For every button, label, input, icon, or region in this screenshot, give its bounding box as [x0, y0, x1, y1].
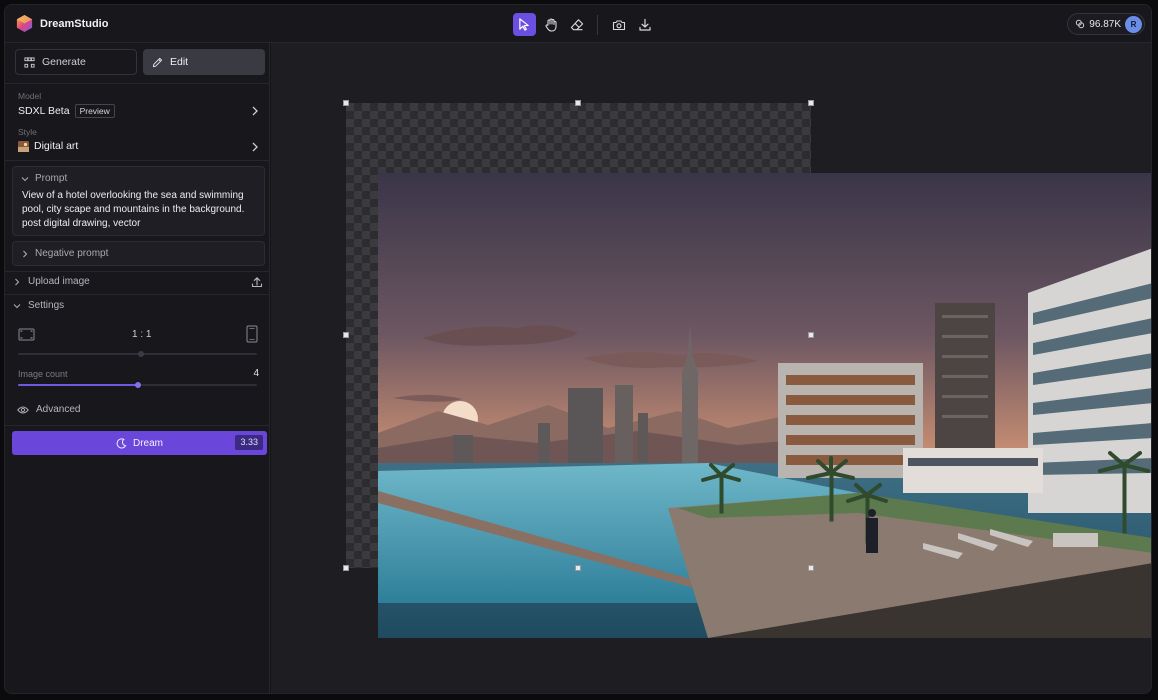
chevron-right-icon: [23, 250, 28, 257]
negative-prompt-header: Negative prompt: [13, 242, 264, 259]
user-avatar[interactable]: R: [1125, 15, 1142, 33]
dreamstudio-logo-icon: [16, 14, 33, 33]
camera-icon: [612, 19, 625, 30]
prompt-header[interactable]: Prompt: [13, 167, 264, 184]
eraser-icon: [570, 18, 583, 30]
image-count-slider-fill: [18, 384, 138, 386]
divider: [5, 425, 270, 426]
chevron-down-icon: [13, 303, 21, 308]
aspect-ratio-slider-knob[interactable]: [138, 351, 144, 357]
canvas-toolbar: [513, 13, 656, 36]
portrait-ratio-icon[interactable]: [246, 325, 258, 343]
coins-icon: [1076, 19, 1085, 29]
resize-handle-bottom-left[interactable]: [343, 565, 349, 571]
dream-cost-badge: 3.33: [235, 435, 263, 450]
preview-badge: Preview: [74, 104, 115, 118]
model-value: SDXL Beta: [18, 105, 70, 117]
prompt-header-label: Prompt: [35, 173, 68, 184]
credits-pill[interactable]: 96.87K R: [1067, 13, 1145, 35]
cursor-arrow-icon: [519, 18, 529, 31]
generate-mode-label: Generate: [42, 56, 86, 68]
divider: [5, 271, 270, 272]
edit-mode-label: Edit: [170, 56, 189, 68]
hand-tool-button[interactable]: [539, 13, 562, 36]
upload-icon[interactable]: [251, 276, 263, 288]
resize-handle-left[interactable]: [343, 332, 349, 338]
chevron-right-icon: [15, 278, 20, 285]
upload-image-label: Upload image: [28, 276, 90, 287]
negative-prompt-panel[interactable]: Negative prompt: [12, 241, 265, 266]
grid-icon: [24, 56, 35, 68]
resize-handle-top-left[interactable]: [343, 100, 349, 106]
image-count-value: 4: [253, 368, 259, 379]
chevron-right-icon: [252, 142, 258, 152]
pencil-icon: [152, 57, 163, 67]
resize-handle-top[interactable]: [575, 100, 581, 106]
chevron-right-icon: [252, 106, 258, 116]
chevron-down-icon: [21, 176, 29, 181]
style-thumbnail-icon: [18, 140, 29, 152]
top-bar: DreamStudio 96.87K R: [5, 5, 1151, 43]
eye-icon: [17, 406, 29, 413]
hand-icon: [544, 17, 557, 32]
settings-header[interactable]: Settings: [13, 300, 64, 311]
prompt-panel: Prompt View of a hotel overlooking the s…: [12, 166, 265, 236]
aspect-ratio-value: 1 : 1: [132, 329, 152, 340]
advanced-toggle[interactable]: Advanced: [17, 404, 80, 415]
credits-value: 96.87K: [1089, 18, 1121, 30]
canvas-area[interactable]: [271, 43, 1151, 693]
resize-handle-top-right[interactable]: [808, 100, 814, 106]
dream-label: Dream: [132, 437, 163, 449]
eraser-tool-button[interactable]: [565, 13, 588, 36]
brand[interactable]: DreamStudio: [15, 14, 108, 33]
model-value-row: SDXL Beta Preview: [18, 104, 115, 118]
toolbar-divider: [597, 14, 598, 35]
landscape-ratio-icon[interactable]: [18, 328, 35, 341]
style-label: Style: [18, 127, 37, 137]
edit-mode-button[interactable]: Edit: [143, 49, 265, 75]
image-count-slider-knob[interactable]: [134, 382, 141, 388]
sidebar: Generate Edit Model SDXL Beta Preview St…: [5, 43, 270, 693]
resize-handle-right[interactable]: [808, 332, 814, 338]
divider: [5, 83, 270, 84]
divider: [5, 160, 270, 161]
selection-box[interactable]: [346, 103, 811, 568]
mode-switcher: Generate Edit: [15, 49, 265, 75]
model-label: Model: [18, 91, 42, 101]
download-tool-button[interactable]: [633, 13, 656, 36]
upload-image-row[interactable]: Upload image: [13, 276, 263, 287]
app-name: DreamStudio: [40, 17, 109, 30]
download-icon: [638, 18, 651, 31]
camera-tool-button[interactable]: [607, 13, 630, 36]
app-window: DreamStudio 96.87K R Generate Edit Model…: [4, 4, 1152, 694]
select-tool-button[interactable]: [513, 13, 536, 36]
prompt-textarea[interactable]: View of a hotel overlooking the sea and …: [13, 184, 264, 231]
advanced-label: Advanced: [36, 404, 81, 415]
moon-icon: [116, 437, 127, 448]
resize-handle-bottom-right[interactable]: [808, 565, 814, 571]
resize-handle-bottom[interactable]: [575, 565, 581, 571]
style-value-row: Digital art: [18, 140, 78, 152]
divider: [5, 294, 270, 295]
generate-mode-button[interactable]: Generate: [15, 49, 137, 75]
settings-label: Settings: [28, 300, 65, 311]
dream-button[interactable]: Dream 3.33: [12, 431, 267, 455]
negative-prompt-label: Negative prompt: [35, 248, 109, 259]
image-count-label: Image count: [18, 369, 68, 379]
style-value: Digital art: [34, 140, 79, 152]
